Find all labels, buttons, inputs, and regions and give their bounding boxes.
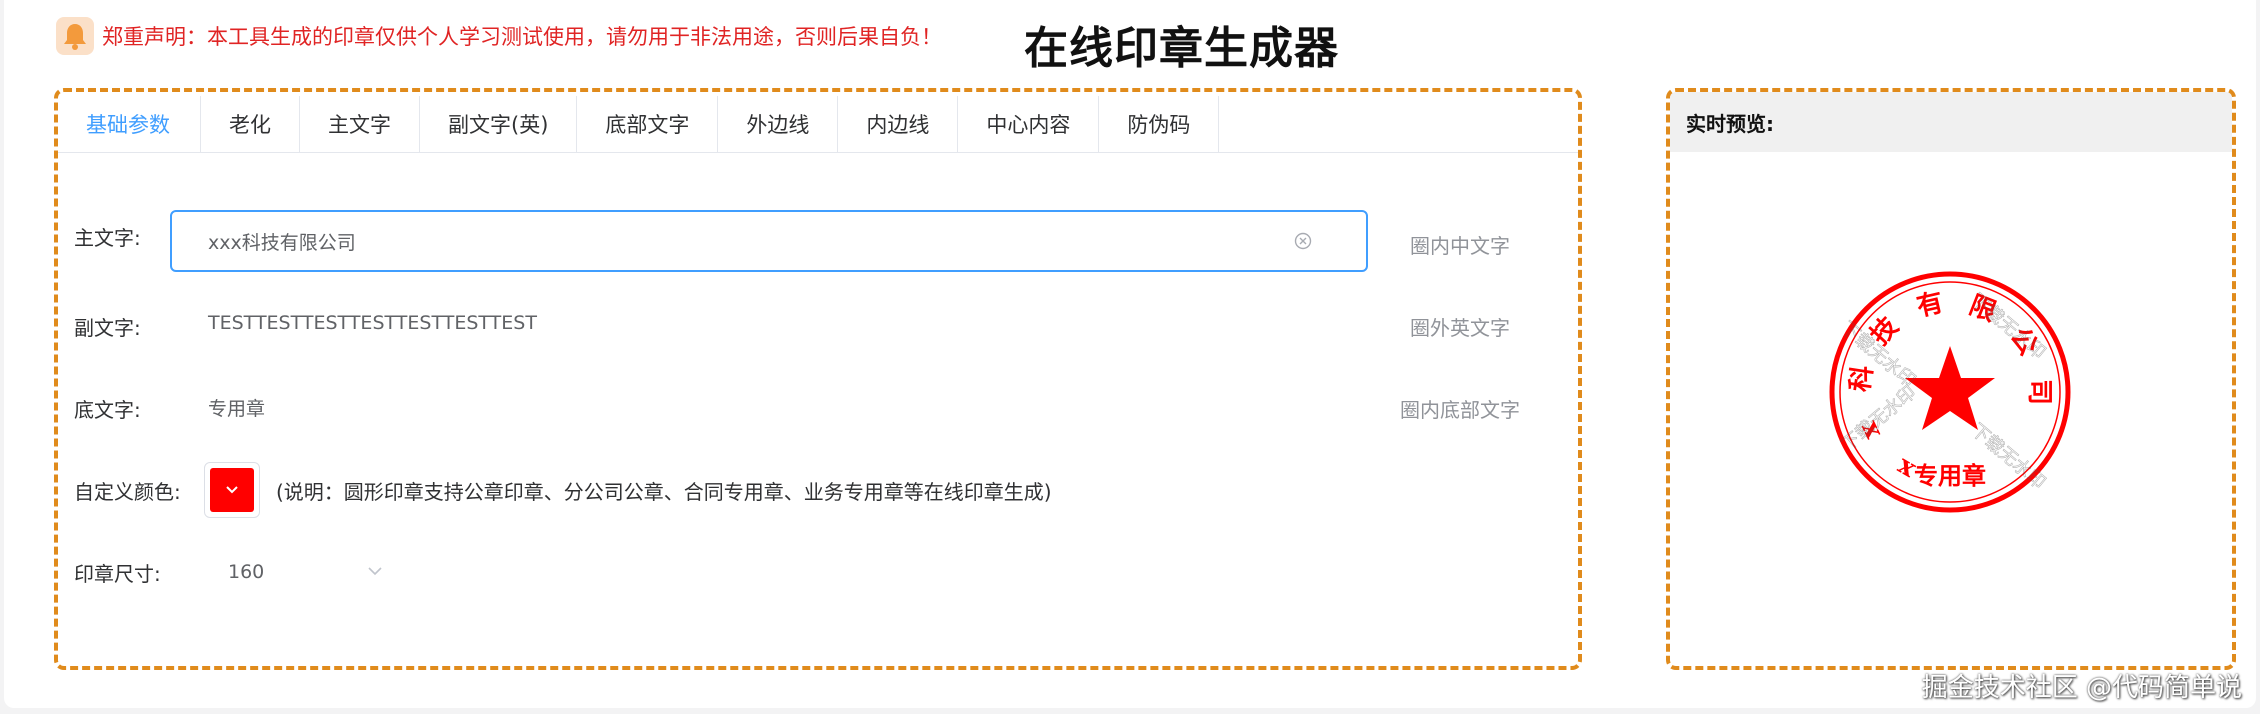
page: 郑重声明：本工具生成的印章仅供个人学习测试使用，请勿用于非法用途，否则后果自负！… [4,0,2256,708]
color-picker[interactable] [204,462,260,518]
chevron-down-icon [368,567,382,576]
main-text-value: xxx科技有限公司 [208,231,356,254]
chevron-down-icon [226,486,238,494]
seal-watermark-3: 下载无水印 [1838,382,1920,456]
color-label: 自定义颜色: [74,480,181,504]
settings-panel: 基础参数 老化 主文字 副文字(英) 底部文字 外边线 内边线 中心内容 防伪码… [54,88,1582,670]
seal-ring-char: 有 [1914,288,1946,323]
preview-title: 实时预览: [1670,92,2232,152]
main-text-hint: 圈内中文字 [1410,234,1510,258]
size-select[interactable]: 160 [204,548,400,596]
tab-basic-params[interactable]: 基础参数 [58,96,201,152]
seal-ring-char: 司 [2024,379,2054,405]
sub-text-hint: 圈外英文字 [1410,316,1510,340]
tab-sub-text-en[interactable]: 副文字(英) [420,96,578,152]
sub-text-label: 副文字: [74,316,141,340]
tab-anti-counterfeit[interactable]: 防伪码 [1099,96,1220,152]
tab-bar: 基础参数 老化 主文字 副文字(英) 底部文字 外边线 内边线 中心内容 防伪码 [58,96,1578,153]
tab-inner-border[interactable]: 内边线 [838,96,959,152]
bell-icon [56,17,94,55]
disclaimer-text: 郑重声明：本工具生成的印章仅供个人学习测试使用，请勿用于非法用途，否则后果自负！ [102,25,942,49]
clear-icon[interactable] [1294,232,1312,250]
color-swatch [210,468,254,512]
sub-text-input[interactable]: TESTTESTTESTTESTTESTTESTTEST [208,312,537,334]
page-title: 在线印章生成器 [1024,23,1339,74]
disclaimer: 郑重声明：本工具生成的印章仅供个人学习测试使用，请勿用于非法用途，否则后果自负！ [56,16,942,56]
tab-aging[interactable]: 老化 [201,96,300,152]
seal-star-icon [1905,346,1995,430]
bottom-text-label: 底文字: [74,398,141,422]
main-text-input[interactable]: xxx科技有限公司 [170,210,1368,272]
footer-watermark: 掘金技术社区 @代码简单说 [1921,673,2242,703]
seal-preview: xx科技有 限公司 专用章 下载无水印 下载无水印 下载无水印 下载无水印 [1829,271,2071,513]
bottom-text-input[interactable]: 专用章 [208,394,265,421]
bottom-text-hint: 圈内底部文字 [1400,398,1520,422]
seal-watermark-2: 下载无水印 [1967,290,2049,364]
color-row: 自定义颜色: [74,476,186,505]
tab-main-text[interactable]: 主文字 [300,96,420,152]
size-label: 印章尺寸: [74,562,161,586]
size-value: 160 [228,561,265,583]
tab-bottom-text[interactable]: 底部文字 [577,96,719,152]
size-row: 印章尺寸: [74,558,186,587]
color-note: (说明：圆形印章支持公章印章、分公司公章、合同专用章、业务专用章等在线印章生成) [276,480,1052,504]
tab-outer-border[interactable]: 外边线 [718,96,839,152]
preview-panel: 实时预览: xx科技有限公司 专用章 下载无水印 下载无水印 下载无水印 下载无… [1666,88,2236,670]
bottom-text-row: 底文字: [74,394,186,423]
tab-center-content[interactable]: 中心内容 [958,96,1100,152]
sub-text-row: 副文字: [74,312,186,341]
seal-ring-char: 科 [1845,364,1879,394]
seal-bottom-text: 专用章 [1914,461,1986,490]
